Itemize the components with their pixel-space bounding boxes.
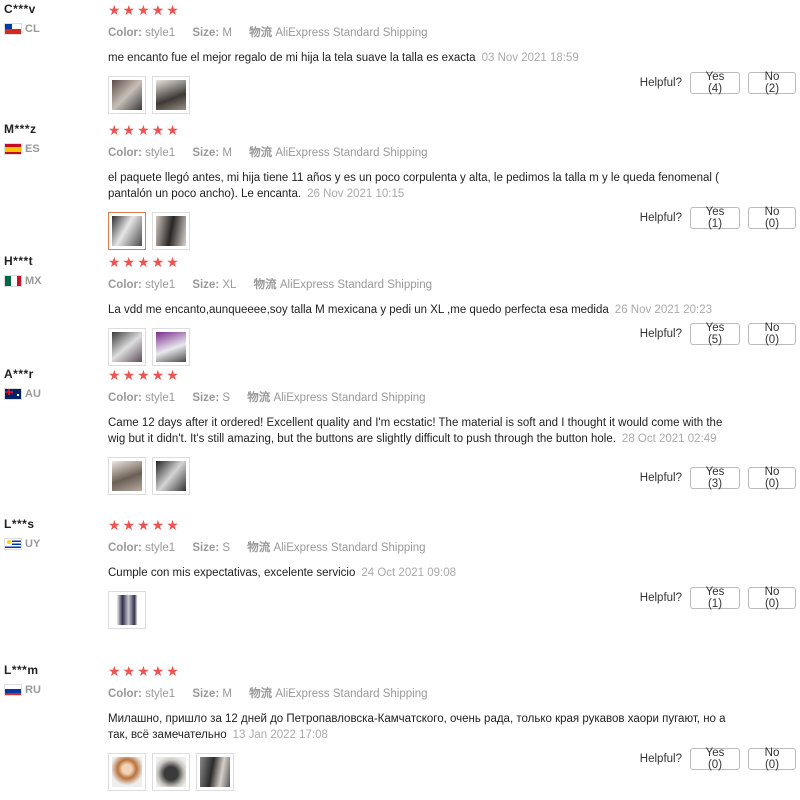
- review-photo[interactable]: [108, 328, 146, 366]
- helpful-yes-button[interactable]: Yes (3): [690, 466, 740, 490]
- reviewer-country: RU: [4, 683, 104, 697]
- review-date: 26 Nov 2021 10:15: [307, 188, 405, 200]
- review-photo[interactable]: [108, 212, 146, 250]
- review-meta: Color: style1 Size: S 物流 AliExpress Stan…: [108, 542, 426, 554]
- helpful-no-button[interactable]: No (0): [748, 206, 796, 230]
- review-date: 03 Nov 2021 18:59: [481, 52, 579, 64]
- helpful-no-button[interactable]: No (0): [748, 747, 796, 771]
- reviewer-name: L***s: [4, 517, 35, 531]
- country-code: AU: [25, 388, 41, 400]
- reviewer-info: H***t MX: [4, 254, 104, 288]
- mexico-flag-icon: [4, 275, 22, 287]
- review-photo[interactable]: [152, 76, 190, 114]
- review-date: 28 Oct 2021 02:49: [621, 433, 717, 445]
- uruguay-flag-icon: [4, 538, 22, 550]
- star-rating: ★★★★★: [108, 663, 181, 679]
- helpful-no-button[interactable]: No (0): [748, 466, 796, 490]
- review-photo[interactable]: [152, 753, 190, 791]
- helpful-label: Helpful?: [639, 592, 682, 604]
- review-text: Came 12 days after it ordered! Excellent…: [108, 417, 723, 445]
- helpful-vote: Helpful? Yes (4) No (2): [639, 71, 796, 95]
- helpful-label: Helpful?: [639, 753, 682, 765]
- review-photo[interactable]: [108, 753, 146, 791]
- review-text: el paquete llegó antes, mi hija tiene 11…: [108, 172, 719, 200]
- reviewer-info: L***m RU: [4, 663, 104, 697]
- helpful-no-button[interactable]: No (0): [748, 322, 796, 346]
- review-photo[interactable]: [152, 457, 190, 495]
- helpful-label: Helpful?: [639, 212, 682, 224]
- review-text: La vdd me encanto,aunqueeee,soy talla M …: [108, 304, 712, 316]
- helpful-no-button[interactable]: No (0): [748, 586, 796, 610]
- helpful-vote: Helpful? Yes (0) No (0): [639, 747, 796, 771]
- spain-flag-icon: [4, 143, 22, 155]
- reviewer-info: C***v CL: [4, 2, 104, 36]
- review-photo[interactable]: [108, 76, 146, 114]
- review-photo[interactable]: [196, 753, 234, 791]
- helpful-label: Helpful?: [639, 77, 682, 89]
- country-code: CL: [25, 23, 40, 35]
- helpful-yes-button[interactable]: Yes (0): [690, 747, 740, 771]
- helpful-yes-button[interactable]: Yes (1): [690, 586, 740, 610]
- reviewer-name: M***z: [4, 122, 37, 136]
- reviewer-country: CL: [4, 22, 104, 36]
- star-rating: ★★★★★: [108, 367, 181, 383]
- review-photo[interactable]: [108, 457, 146, 495]
- reviewer-info: M***z ES: [4, 122, 104, 156]
- country-code: MX: [25, 275, 42, 287]
- review-text: Cumple con mis expectativas, excelente s…: [108, 567, 456, 579]
- review-meta: Color: style1 Size: M 物流 AliExpress Stan…: [108, 27, 428, 39]
- reviewer-country: MX: [4, 274, 104, 288]
- country-code: UY: [25, 538, 41, 550]
- australia-flag-icon: [4, 388, 22, 400]
- star-rating: ★★★★★: [108, 2, 181, 18]
- helpful-vote: Helpful? Yes (1) No (0): [639, 206, 796, 230]
- review-text: Милашно, пришло за 12 дней до Петропавло…: [108, 713, 726, 741]
- reviewer-info: A***r AU: [4, 367, 104, 401]
- review-text: me encanto fue el mejor regalo de mi hij…: [108, 52, 579, 64]
- reviewer-country: ES: [4, 142, 104, 156]
- star-rating: ★★★★★: [108, 517, 181, 533]
- helpful-vote: Helpful? Yes (1) No (0): [639, 586, 796, 610]
- review-meta: Color: style1 Size: S 物流 AliExpress Stan…: [108, 392, 426, 404]
- reviewer-name: H***t: [4, 254, 34, 268]
- country-code: RU: [25, 684, 41, 696]
- helpful-no-button[interactable]: No (2): [748, 71, 796, 95]
- review-meta: Color: style1 Size: M 物流 AliExpress Stan…: [108, 688, 428, 700]
- chile-flag-icon: [4, 23, 22, 35]
- helpful-yes-button[interactable]: Yes (1): [690, 206, 740, 230]
- review-date: 24 Oct 2021 09:08: [361, 567, 456, 579]
- reviewer-country: UY: [4, 537, 104, 551]
- reviewer-name: L***m: [4, 663, 39, 677]
- helpful-vote: Helpful? Yes (5) No (0): [639, 322, 796, 346]
- star-rating: ★★★★★: [108, 254, 181, 270]
- helpful-vote: Helpful? Yes (3) No (0): [639, 466, 796, 490]
- reviewer-name: A***r: [4, 367, 34, 381]
- russia-flag-icon: [4, 684, 22, 696]
- reviewer-name: C***v: [4, 2, 36, 16]
- review-date: 26 Nov 2021 20:23: [614, 304, 712, 316]
- helpful-label: Helpful?: [639, 472, 682, 484]
- review-meta: Color: style1 Size: XL 物流 AliExpress Sta…: [108, 279, 432, 291]
- helpful-yes-button[interactable]: Yes (5): [690, 322, 740, 346]
- star-rating: ★★★★★: [108, 122, 181, 138]
- review-meta: Color: style1 Size: M 物流 AliExpress Stan…: [108, 147, 428, 159]
- review-date: 13 Jan 2022 17:08: [232, 729, 328, 741]
- review-photo[interactable]: [108, 591, 146, 629]
- review-photo[interactable]: [152, 328, 190, 366]
- helpful-yes-button[interactable]: Yes (4): [690, 71, 740, 95]
- reviewer-info: L***s UY: [4, 517, 104, 551]
- helpful-label: Helpful?: [639, 328, 682, 340]
- country-code: ES: [25, 143, 40, 155]
- review-photo[interactable]: [152, 212, 190, 250]
- reviewer-country: AU: [4, 387, 104, 401]
